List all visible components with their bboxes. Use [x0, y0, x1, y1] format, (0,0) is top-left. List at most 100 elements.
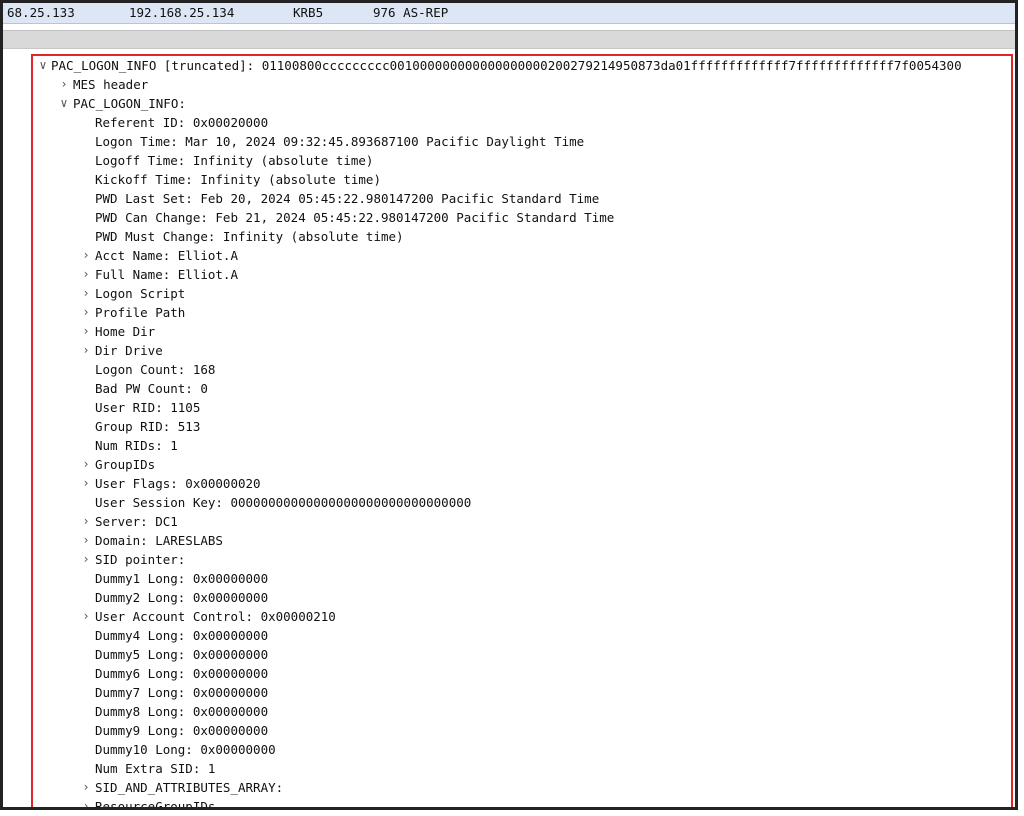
- packet-details-pane: 68.25.133 192.168.25.134 KRB5 976 AS-REP…: [0, 0, 1018, 810]
- tree-node: PWD Can Change: Feb 21, 2024 05:45:22.98…: [33, 208, 1011, 227]
- tree-node-label: Profile Path: [95, 305, 186, 320]
- tree-node-label: Group RID: 513: [95, 419, 201, 434]
- tree-node-label: Num RIDs: 1: [95, 438, 178, 453]
- chevron-right-icon[interactable]: ›: [80, 512, 92, 531]
- tree-node-label: PWD Can Change: Feb 21, 2024 05:45:22.98…: [95, 210, 615, 225]
- tree-node-label: Dummy9 Long: 0x00000000: [95, 723, 269, 738]
- tree-node: Dummy9 Long: 0x00000000: [33, 721, 1011, 740]
- tree-node: PWD Must Change: Infinity (absolute time…: [33, 227, 1011, 246]
- chevron-right-icon[interactable]: ›: [80, 284, 92, 303]
- chevron-right-icon[interactable]: ›: [80, 265, 92, 284]
- chevron-down-icon[interactable]: ∨: [58, 94, 70, 113]
- tree-node[interactable]: ∨ PAC_LOGON_INFO [truncated]: 01100800ccc…: [33, 56, 1011, 75]
- tree-node[interactable]: › ResourceGroupIDs: [33, 797, 1011, 809]
- tree-node-label: Dummy7 Long: 0x00000000: [95, 685, 269, 700]
- tree-node[interactable]: › User Account Control: 0x00000210: [33, 607, 1011, 626]
- tree-node-label: Dummy5 Long: 0x00000000: [95, 647, 269, 662]
- chevron-right-icon[interactable]: ›: [58, 75, 70, 94]
- tree-node-label: Dummy10 Long: 0x00000000: [95, 742, 276, 757]
- tree-node-label: SID pointer:: [95, 552, 186, 567]
- tree-node: Dummy10 Long: 0x00000000: [33, 740, 1011, 759]
- tree-node[interactable]: › MES header: [33, 75, 1011, 94]
- chevron-right-icon[interactable]: ›: [80, 797, 92, 807]
- chevron-right-icon[interactable]: ›: [80, 607, 92, 626]
- tree-node-label: Logon Count: 168: [95, 362, 216, 377]
- chevron-right-icon[interactable]: ›: [80, 341, 92, 360]
- tree-node[interactable]: › Dir Drive: [33, 341, 1011, 360]
- tree-node-label: ResourceGroupIDs: [95, 799, 216, 809]
- tree-node: Dummy4 Long: 0x00000000: [33, 626, 1011, 645]
- tree-node-label: User RID: 1105: [95, 400, 201, 415]
- chevron-right-icon[interactable]: ›: [80, 550, 92, 569]
- tree-node-label: MES header: [73, 77, 149, 92]
- chevron-down-icon[interactable]: ∨: [37, 56, 49, 75]
- tree-node-label: User Account Control: 0x00000210: [95, 609, 336, 624]
- tree-node-label: User Session Key: 0000000000000000000000…: [95, 495, 472, 510]
- chevron-right-icon[interactable]: ›: [80, 303, 92, 322]
- tree-node-label: User Flags: 0x00000020: [95, 476, 261, 491]
- tree-node[interactable]: › Acct Name: Elliot.A: [33, 246, 1011, 265]
- tree-node-label: Logoff Time: Infinity (absolute time): [95, 153, 374, 168]
- tree-node-label: PWD Must Change: Infinity (absolute time…: [95, 229, 404, 244]
- chevron-right-icon[interactable]: ›: [80, 778, 92, 797]
- tree-node-label: PAC_LOGON_INFO [truncated]: 01100800cccc…: [51, 58, 962, 73]
- tree-node-label: Dummy8 Long: 0x00000000: [95, 704, 269, 719]
- tree-node: Dummy1 Long: 0x00000000: [33, 569, 1011, 588]
- chevron-right-icon[interactable]: ›: [80, 322, 92, 341]
- tree-node: Bad PW Count: 0: [33, 379, 1011, 398]
- tree-node-label: Kickoff Time: Infinity (absolute time): [95, 172, 381, 187]
- protocol-tree: ∨ PAC_LOGON_INFO [truncated]: 01100800ccc…: [31, 54, 1013, 809]
- tree-node: User Session Key: 0000000000000000000000…: [33, 493, 1011, 512]
- tree-node[interactable]: › Domain: LARESLABS: [33, 531, 1011, 550]
- tree-node-label: PWD Last Set: Feb 20, 2024 05:45:22.9801…: [95, 191, 600, 206]
- tree-node[interactable]: › SID pointer:: [33, 550, 1011, 569]
- tree-node[interactable]: › Server: DC1: [33, 512, 1011, 531]
- tree-node-label: SID_AND_ATTRIBUTES_ARRAY:: [95, 780, 284, 795]
- chevron-right-icon[interactable]: ›: [80, 246, 92, 265]
- tree-node: Dummy6 Long: 0x00000000: [33, 664, 1011, 683]
- tree-node: Logoff Time: Infinity (absolute time): [33, 151, 1011, 170]
- tree-node-label: Dummy4 Long: 0x00000000: [95, 628, 269, 643]
- tree-node[interactable]: › SID_AND_ATTRIBUTES_ARRAY:: [33, 778, 1011, 797]
- tree-node-label: Num Extra SID: 1: [95, 761, 216, 776]
- tree-node[interactable]: › Logon Script: [33, 284, 1011, 303]
- packet-list-row[interactable]: 68.25.133 192.168.25.134 KRB5 976 AS-REP: [3, 3, 1015, 24]
- tree-node: Num Extra SID: 1: [33, 759, 1011, 778]
- tree-node-label: Dummy2 Long: 0x00000000: [95, 590, 269, 605]
- pane-separator[interactable]: [3, 30, 1015, 49]
- tree-node-label: Full Name: Elliot.A: [95, 267, 238, 282]
- chevron-right-icon[interactable]: ›: [80, 474, 92, 493]
- tree-node[interactable]: › User Flags: 0x00000020: [33, 474, 1011, 493]
- tree-node: Logon Time: Mar 10, 2024 09:32:45.893687…: [33, 132, 1011, 151]
- tree-node: Num RIDs: 1: [33, 436, 1011, 455]
- tree-node-label: Referent ID: 0x00020000: [95, 115, 269, 130]
- tree-node: Dummy2 Long: 0x00000000: [33, 588, 1011, 607]
- tree-node[interactable]: ∨ PAC_LOGON_INFO:: [33, 94, 1011, 113]
- tree-node: User RID: 1105: [33, 398, 1011, 417]
- tree-node[interactable]: › GroupIDs: [33, 455, 1011, 474]
- tree-node-label: PAC_LOGON_INFO:: [73, 96, 186, 111]
- tree-node: Referent ID: 0x00020000: [33, 113, 1011, 132]
- tree-node: Kickoff Time: Infinity (absolute time): [33, 170, 1011, 189]
- tree-node-label: Domain: LARESLABS: [95, 533, 223, 548]
- tree-node: Group RID: 513: [33, 417, 1011, 436]
- packet-source: 68.25.133: [7, 5, 75, 20]
- tree-node[interactable]: › Home Dir: [33, 322, 1011, 341]
- tree-node-label: Logon Script: [95, 286, 186, 301]
- tree-node[interactable]: › Profile Path: [33, 303, 1011, 322]
- tree-node-label: Home Dir: [95, 324, 156, 339]
- tree-node: PWD Last Set: Feb 20, 2024 05:45:22.9801…: [33, 189, 1011, 208]
- tree-node-label: Dummy6 Long: 0x00000000: [95, 666, 269, 681]
- tree-node: Dummy7 Long: 0x00000000: [33, 683, 1011, 702]
- chevron-right-icon[interactable]: ›: [80, 455, 92, 474]
- tree-node-label: Logon Time: Mar 10, 2024 09:32:45.893687…: [95, 134, 585, 149]
- packet-info: 976 AS-REP: [373, 5, 449, 20]
- tree-node-label: Dummy1 Long: 0x00000000: [95, 571, 269, 586]
- tree-node: Dummy8 Long: 0x00000000: [33, 702, 1011, 721]
- tree-node-label: Bad PW Count: 0: [95, 381, 208, 396]
- tree-node: Dummy5 Long: 0x00000000: [33, 645, 1011, 664]
- chevron-right-icon[interactable]: ›: [80, 531, 92, 550]
- tree-node-label: GroupIDs: [95, 457, 156, 472]
- packet-protocol: KRB5: [293, 5, 324, 20]
- tree-node[interactable]: › Full Name: Elliot.A: [33, 265, 1011, 284]
